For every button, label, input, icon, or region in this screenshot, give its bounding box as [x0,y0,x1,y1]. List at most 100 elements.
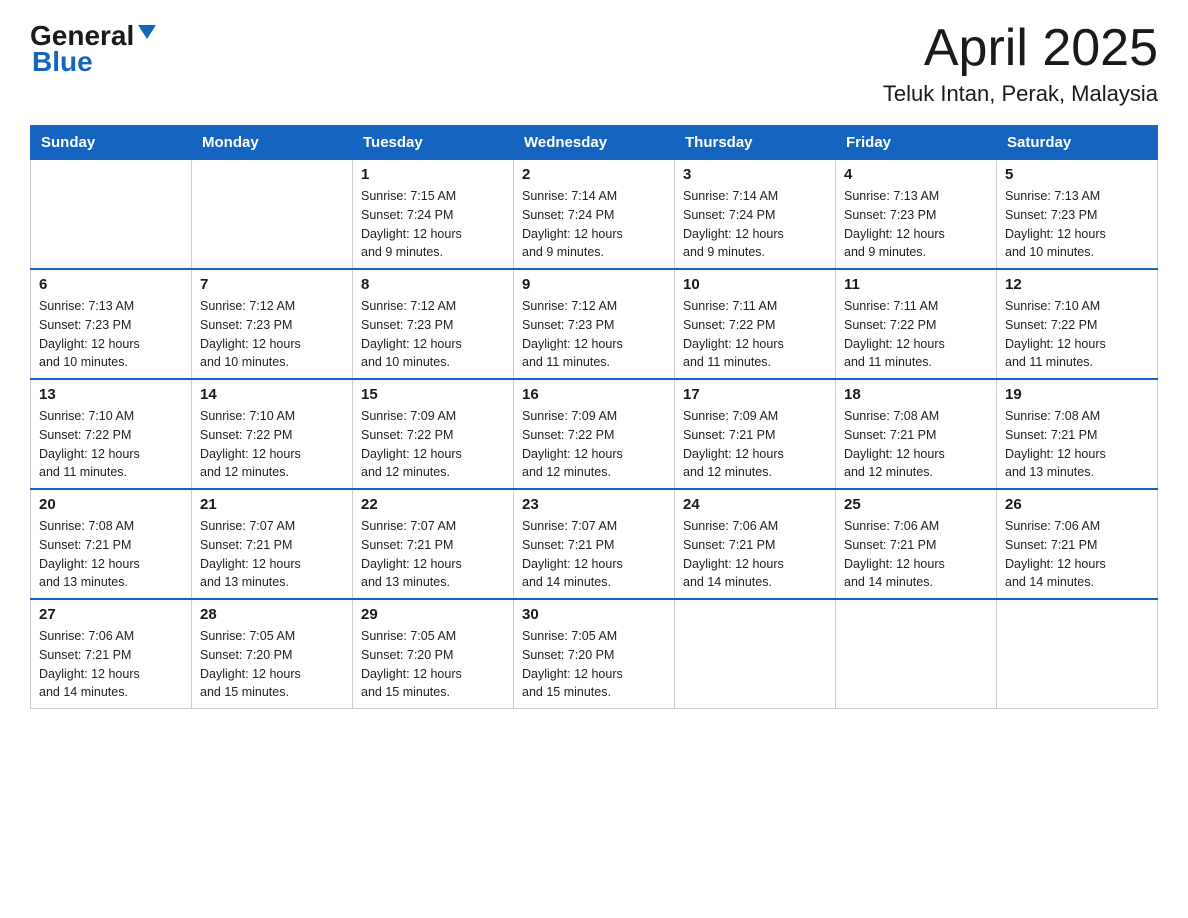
day-of-week-header: Friday [836,126,997,160]
calendar-day-cell [31,160,192,270]
calendar-day-cell: 28 Sunrise: 7:05 AMSunset: 7:20 PMDayligh… [192,599,353,709]
calendar-week-row: 6Sunrise: 7:13 AMSunset: 7:23 PMDaylight… [31,269,1158,379]
calendar-day-cell: 27 Sunrise: 7:06 AMSunset: 7:21 PMDayligh… [31,599,192,709]
calendar-day-cell: 5 Sunrise: 7:13 AMSunset: 7:23 PMDaylight… [997,160,1158,270]
day-info: Sunrise: 7:14 AMSunset: 7:24 PMDaylight:… [683,187,827,262]
day-info: Sunrise: 7:08 AMSunset: 7:21 PMDaylight:… [39,517,183,592]
calendar-day-cell: 21 Sunrise: 7:07 AMSunset: 7:21 PMDayligh… [192,489,353,599]
day-number: 24 [683,496,827,513]
logo: General Blue [30,20,158,78]
calendar-day-cell [836,599,997,709]
day-number: 22 [361,496,505,513]
day-number: 21 [200,496,344,513]
day-info: Sunrise: 7:12 AMSunset: 7:23 PMDaylight:… [522,297,666,372]
day-info: Sunrise: 7:07 AMSunset: 7:21 PMDaylight:… [200,517,344,592]
day-number: 23 [522,496,666,513]
day-number: 9 [522,276,666,293]
day-of-week-header: Thursday [675,126,836,160]
calendar-day-cell: 20Sunrise: 7:08 AMSunset: 7:21 PMDayligh… [31,489,192,599]
day-number: 12 [1005,276,1149,293]
day-number: 19 [1005,386,1149,403]
day-info: Sunrise: 7:08 AMSunset: 7:21 PMDaylight:… [844,407,988,482]
day-info: Sunrise: 7:09 AMSunset: 7:22 PMDaylight:… [361,407,505,482]
day-info: Sunrise: 7:09 AMSunset: 7:22 PMDaylight:… [522,407,666,482]
calendar-table: SundayMondayTuesdayWednesdayThursdayFrid… [30,125,1158,709]
logo-blue-text: Blue [32,46,93,77]
day-info: Sunrise: 7:06 AMSunset: 7:21 PMDaylight:… [844,517,988,592]
day-info: Sunrise: 7:05 AMSunset: 7:20 PMDaylight:… [522,627,666,702]
day-info: Sunrise: 7:05 AMSunset: 7:20 PMDaylight:… [200,627,344,702]
calendar-day-cell: 12Sunrise: 7:10 AMSunset: 7:22 PMDayligh… [997,269,1158,379]
calendar-day-cell: 7 Sunrise: 7:12 AMSunset: 7:23 PMDaylight… [192,269,353,379]
calendar-day-cell: 4 Sunrise: 7:13 AMSunset: 7:23 PMDaylight… [836,160,997,270]
calendar-day-cell: 11 Sunrise: 7:11 AMSunset: 7:22 PMDayligh… [836,269,997,379]
calendar-week-row: 20Sunrise: 7:08 AMSunset: 7:21 PMDayligh… [31,489,1158,599]
calendar-day-cell: 14 Sunrise: 7:10 AMSunset: 7:22 PMDayligh… [192,379,353,489]
day-number: 29 [361,606,505,623]
page-subtitle: Teluk Intan, Perak, Malaysia [883,81,1158,107]
day-number: 4 [844,166,988,183]
day-number: 5 [1005,166,1149,183]
day-number: 26 [1005,496,1149,513]
calendar-day-cell: 25 Sunrise: 7:06 AMSunset: 7:21 PMDayligh… [836,489,997,599]
day-of-week-header: Saturday [997,126,1158,160]
day-info: Sunrise: 7:13 AMSunset: 7:23 PMDaylight:… [844,187,988,262]
day-info: Sunrise: 7:11 AMSunset: 7:22 PMDaylight:… [683,297,827,372]
page-header: General Blue April 2025 Teluk Intan, Per… [30,20,1158,107]
day-number: 7 [200,276,344,293]
day-number: 1 [361,166,505,183]
day-number: 6 [39,276,183,293]
calendar-day-cell: 13Sunrise: 7:10 AMSunset: 7:22 PMDayligh… [31,379,192,489]
day-of-week-header: Wednesday [514,126,675,160]
day-info: Sunrise: 7:06 AMSunset: 7:21 PMDaylight:… [1005,517,1149,592]
day-number: 10 [683,276,827,293]
calendar-day-cell: 6Sunrise: 7:13 AMSunset: 7:23 PMDaylight… [31,269,192,379]
calendar-day-cell: 16 Sunrise: 7:09 AMSunset: 7:22 PMDayligh… [514,379,675,489]
day-info: Sunrise: 7:15 AMSunset: 7:24 PMDaylight:… [361,187,505,262]
title-block: April 2025 Teluk Intan, Perak, Malaysia [883,20,1158,107]
logo-triangle-icon [136,21,158,43]
calendar-day-cell: 3 Sunrise: 7:14 AMSunset: 7:24 PMDaylight… [675,160,836,270]
day-info: Sunrise: 7:10 AMSunset: 7:22 PMDaylight:… [200,407,344,482]
day-number: 27 [39,606,183,623]
day-info: Sunrise: 7:07 AMSunset: 7:21 PMDaylight:… [361,517,505,592]
calendar-day-cell: 30Sunrise: 7:05 AMSunset: 7:20 PMDayligh… [514,599,675,709]
calendar-week-row: 27 Sunrise: 7:06 AMSunset: 7:21 PMDayligh… [31,599,1158,709]
calendar-day-cell: 26 Sunrise: 7:06 AMSunset: 7:21 PMDayligh… [997,489,1158,599]
calendar-week-row: 13 Sunrise: 7:10 AMSunset: 7:22 PMDayligh… [31,379,1158,489]
day-info: Sunrise: 7:12 AMSunset: 7:23 PMDaylight:… [200,297,344,372]
day-number: 25 [844,496,988,513]
day-of-week-header: Tuesday [353,126,514,160]
day-of-week-header: Monday [192,126,353,160]
calendar-header: SundayMondayTuesdayWednesdayThursdayFrid… [31,126,1158,160]
day-number: 18 [844,386,988,403]
calendar-day-cell: 1 Sunrise: 7:15 AMSunset: 7:24 PMDaylight… [353,160,514,270]
calendar-week-row: 1 Sunrise: 7:15 AMSunset: 7:24 PMDaylight… [31,160,1158,270]
day-number: 28 [200,606,344,623]
calendar-day-cell: 2Sunrise: 7:14 AMSunset: 7:24 PMDaylight… [514,160,675,270]
day-info: Sunrise: 7:12 AMSunset: 7:23 PMDaylight:… [361,297,505,372]
calendar-body: 1 Sunrise: 7:15 AMSunset: 7:24 PMDaylight… [31,160,1158,709]
day-info: Sunrise: 7:13 AMSunset: 7:23 PMDaylight:… [1005,187,1149,262]
page-title: April 2025 [883,20,1158,77]
day-number: 14 [200,386,344,403]
day-number: 17 [683,386,827,403]
calendar-day-cell [997,599,1158,709]
calendar-day-cell: 23 Sunrise: 7:07 AMSunset: 7:21 PMDayligh… [514,489,675,599]
day-info: Sunrise: 7:11 AMSunset: 7:22 PMDaylight:… [844,297,988,372]
day-info: Sunrise: 7:14 AMSunset: 7:24 PMDaylight:… [522,187,666,262]
day-number: 13 [39,386,183,403]
calendar-day-cell: 19Sunrise: 7:08 AMSunset: 7:21 PMDayligh… [997,379,1158,489]
calendar-day-cell: 8 Sunrise: 7:12 AMSunset: 7:23 PMDaylight… [353,269,514,379]
day-of-week-header: Sunday [31,126,192,160]
day-number: 8 [361,276,505,293]
calendar-day-cell: 24 Sunrise: 7:06 AMSunset: 7:21 PMDayligh… [675,489,836,599]
day-info: Sunrise: 7:06 AMSunset: 7:21 PMDaylight:… [39,627,183,702]
day-info: Sunrise: 7:07 AMSunset: 7:21 PMDaylight:… [522,517,666,592]
calendar-day-cell: 9 Sunrise: 7:12 AMSunset: 7:23 PMDaylight… [514,269,675,379]
day-info: Sunrise: 7:06 AMSunset: 7:21 PMDaylight:… [683,517,827,592]
day-number: 16 [522,386,666,403]
day-number: 11 [844,276,988,293]
days-of-week-row: SundayMondayTuesdayWednesdayThursdayFrid… [31,126,1158,160]
day-number: 3 [683,166,827,183]
